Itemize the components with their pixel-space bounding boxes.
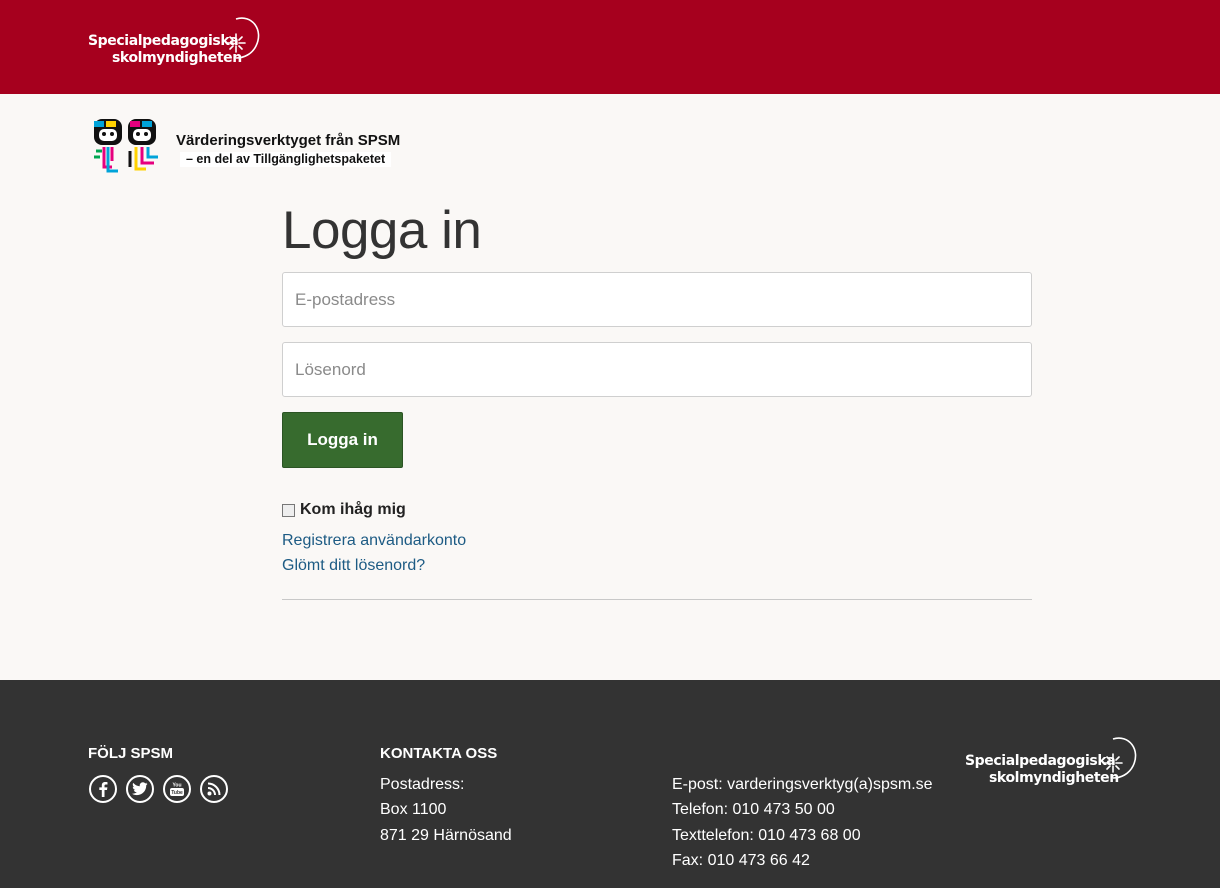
footer-spsm-logo-link[interactable]: Specialpedagogiska skolmyndigheten xyxy=(965,736,1141,786)
mascot-logo-icon xyxy=(94,119,158,173)
postal-city: 871 29 Härnösand xyxy=(380,827,512,844)
tool-banner: Värderingsverktyget från SPSM – en del a… xyxy=(88,115,413,175)
email-field[interactable] xyxy=(282,272,1032,327)
postal-label: Postadress: xyxy=(380,776,465,793)
social-links: You Tube xyxy=(89,775,228,803)
svg-text:You: You xyxy=(172,783,181,789)
contact-textphone: Texttelefon: 010 473 68 00 xyxy=(672,827,861,844)
footer-brand-line1: Specialpedagogiska xyxy=(965,753,1116,769)
follow-heading: FÖLJ SPSM xyxy=(88,745,174,762)
checkbox-icon[interactable] xyxy=(282,503,295,517)
forgot-password-link[interactable]: Glömt ditt lösenord? xyxy=(282,557,425,575)
contact-heading: KONTAKTA OSS xyxy=(380,745,498,762)
brand-name-line1: Specialpedagogiska xyxy=(88,33,239,49)
contact-phone: Telefon: 010 473 50 00 xyxy=(672,801,835,818)
register-account-link[interactable]: Registrera användarkonto xyxy=(282,532,466,550)
password-field[interactable] xyxy=(282,342,1032,397)
svg-text:Tube: Tube xyxy=(171,790,183,796)
facebook-icon[interactable] xyxy=(89,775,117,803)
youtube-icon[interactable]: You Tube xyxy=(163,775,191,803)
tool-title: Värderingsverktyget från SPSM xyxy=(176,132,401,149)
remember-me-checkbox[interactable]: Kom ihåg mig xyxy=(282,501,406,519)
site-footer: FÖLJ SPSM You Tube KONTAKTA OSS Postadres… xyxy=(0,680,1220,888)
remember-me-label: Kom ihåg mig xyxy=(300,501,406,518)
rss-icon[interactable] xyxy=(200,775,228,803)
tool-subtitle: – en del av Tillgänglighetspaketet xyxy=(180,152,392,167)
contact-email: E-post: varderingsverktyg(a)spsm.se xyxy=(672,776,933,793)
contact-fax: Fax: 010 473 66 42 xyxy=(672,852,810,869)
twitter-icon[interactable] xyxy=(126,775,154,803)
login-button[interactable]: Logga in xyxy=(282,412,403,468)
spsm-logo-link[interactable]: Specialpedagogiska skolmyndigheten xyxy=(88,16,264,66)
divider xyxy=(282,599,1032,600)
footer-spsm-star-icon xyxy=(1103,737,1137,779)
postal-box: Box 1100 xyxy=(380,801,447,818)
site-header: Specialpedagogiska skolmyndigheten xyxy=(0,0,1220,94)
page-title: Logga in xyxy=(282,201,482,260)
spsm-star-icon xyxy=(226,17,260,59)
